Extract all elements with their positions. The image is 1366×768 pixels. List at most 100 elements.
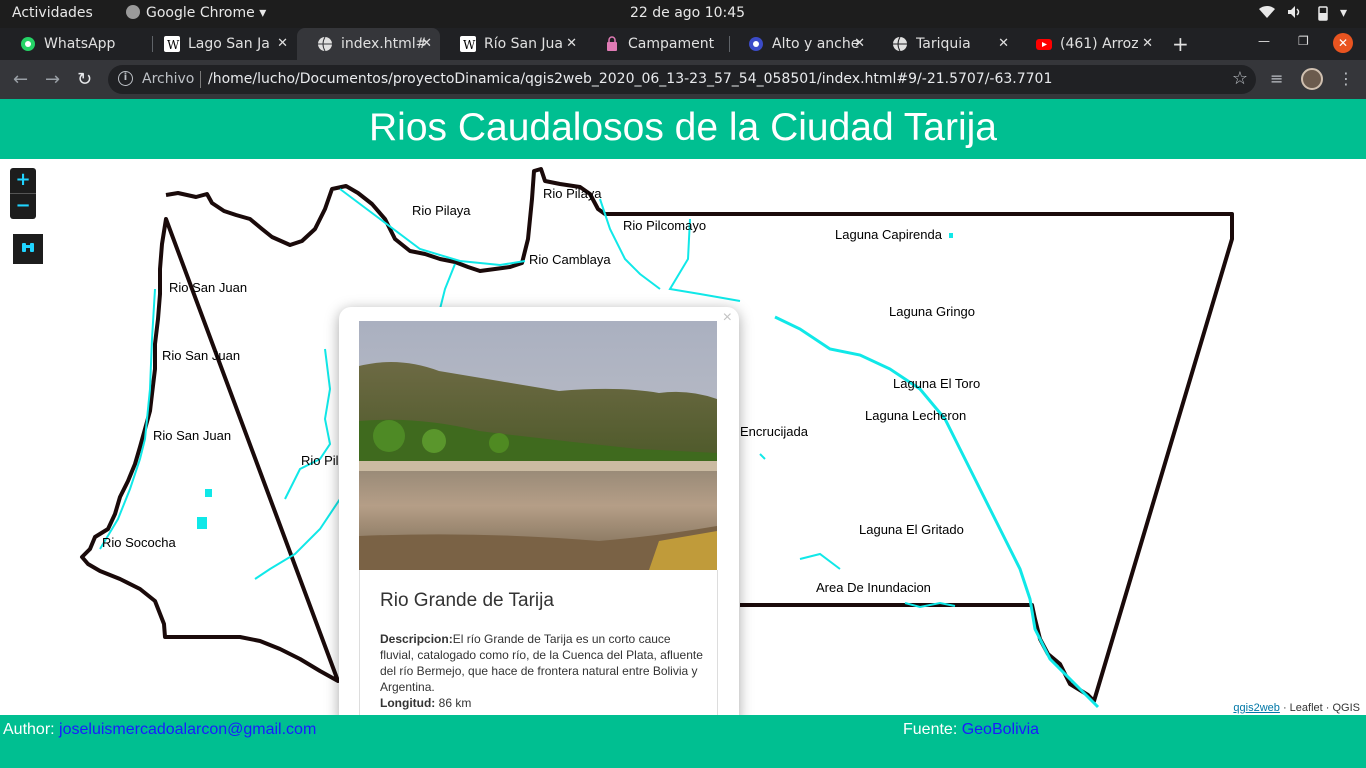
tab-title: WhatsApp <box>44 36 116 52</box>
volume-icon[interactable] <box>1287 5 1303 23</box>
profile-avatar[interactable] <box>1301 68 1323 90</box>
source-link[interactable]: GeoBolivia <box>962 721 1039 738</box>
map-view[interactable]: Rio Pilaya Rio Pilaya Rio Pilcomayo Rio … <box>0 159 1366 715</box>
bookmark-star-icon[interactable]: ☆ <box>1232 68 1248 89</box>
map-label: Rio Pilcomayo <box>623 218 707 233</box>
clock[interactable]: 22 de ago 10:45 <box>630 5 745 21</box>
source-label: Fuente: <box>903 721 962 738</box>
map-label: Laguna El Gritado <box>859 522 964 537</box>
lake-2 <box>205 489 212 497</box>
page-footer: Author: joseluismercadoalarcon@gmail.com… <box>0 715 1366 768</box>
qgis2web-link[interactable]: qgis2web <box>1233 702 1279 714</box>
activities-button[interactable]: Actividades <box>12 5 93 21</box>
map-label: Rio Pilaya <box>543 186 602 201</box>
tab-youtube[interactable]: (461) Arroz ✕ <box>1016 28 1161 60</box>
menu-kebab-icon[interactable]: ⋮ <box>1338 69 1354 88</box>
youtube-icon <box>1036 36 1052 52</box>
close-window-button[interactable]: ✕ <box>1333 33 1353 53</box>
svg-text:W: W <box>463 38 476 52</box>
tab-title: (461) Arroz <box>1060 36 1139 52</box>
map-label: Rio Sococha <box>102 535 176 550</box>
author-email-link[interactable]: joseluismercadoalarcon@gmail.com <box>59 721 316 738</box>
zoom-control: + − <box>10 168 36 219</box>
media-queue-icon[interactable]: ≡ <box>1270 69 1283 88</box>
map-label: Rio San Juan <box>153 428 232 443</box>
lock-icon <box>604 36 620 52</box>
popup-content: Rio Grande de Tarija Descripcion:El río … <box>359 570 718 715</box>
river-san-juan <box>99 288 156 550</box>
tab-alto-y-ancho[interactable]: Alto y anche ✕ <box>728 28 873 60</box>
minimize-button[interactable]: — <box>1258 34 1270 48</box>
author-credit: Author: joseluismercadoalarcon@gmail.com <box>3 721 316 739</box>
info-icon[interactable]: i <box>118 71 133 86</box>
qgis-link[interactable]: QGIS <box>1332 702 1360 714</box>
river-camblaya <box>439 263 456 310</box>
maximize-button[interactable]: ❐ <box>1298 34 1309 48</box>
app-menu[interactable]: Google Chrome ▾ <box>126 5 266 21</box>
close-tab-icon[interactable]: ✕ <box>277 36 288 51</box>
map-label: Laguna El Toro <box>893 376 981 391</box>
author-label: Author: <box>3 721 60 738</box>
chrome-icon <box>126 5 140 19</box>
map-label: Rio San Juan <box>169 280 248 295</box>
tab-tariquia[interactable]: Tariquia ✕ <box>872 28 1017 60</box>
popup-description: Descripcion:El río Grande de Tarija es u… <box>380 631 705 711</box>
tab-whatsapp[interactable]: WhatsApp <box>0 28 153 60</box>
app-name: Google Chrome <box>146 5 255 21</box>
wifi-icon[interactable] <box>1258 5 1276 23</box>
feature-popup: × Rio Grande de Tarija Descripcion:El rí… <box>339 307 739 715</box>
circle-icon <box>748 36 764 52</box>
reload-button[interactable]: ↻ <box>77 69 92 90</box>
globe-icon <box>892 36 908 52</box>
map-label: Rio Camblaya <box>529 252 611 267</box>
back-button[interactable]: ← <box>13 69 28 90</box>
close-tab-icon[interactable]: ✕ <box>1142 36 1153 51</box>
map-label: Area De Inundacion <box>816 580 931 595</box>
popup-close-button[interactable]: × <box>723 309 732 327</box>
length-value: 86 km <box>435 696 472 710</box>
map-attribution: qgis2web · Leaflet · QGIS <box>1233 702 1360 714</box>
zoom-out-button[interactable]: − <box>10 194 36 219</box>
chevron-down-icon: ▾ <box>259 5 267 21</box>
map-label: Laguna Gringo <box>889 304 976 319</box>
river-small-2 <box>759 453 766 460</box>
url-scheme-label: Archivo <box>142 71 195 87</box>
lake-3 <box>949 233 953 238</box>
map-label: Rio Pil <box>301 453 339 468</box>
system-menu-chevron-icon[interactable]: ▾ <box>1340 5 1347 21</box>
lake-1 <box>197 517 207 529</box>
tab-lago-san-jacinto[interactable]: W Lago San Ja ✕ <box>144 28 296 60</box>
battery-icon[interactable] <box>1316 5 1330 25</box>
new-tab-button[interactable]: + <box>1172 32 1189 56</box>
wikipedia-icon: W <box>460 36 476 52</box>
tab-title: Alto y anche <box>772 36 860 52</box>
leaflet-link[interactable]: Leaflet <box>1290 702 1323 714</box>
page-title: Rios Caudalosos de la Ciudad Tarija <box>0 99 1366 159</box>
close-tab-icon[interactable]: ✕ <box>998 36 1009 51</box>
source-credit: Fuente: GeoBolivia <box>903 721 1039 739</box>
close-tab-icon[interactable]: ✕ <box>566 36 577 51</box>
close-tab-icon[interactable]: ✕ <box>421 36 432 51</box>
url-text[interactable]: /home/lucho/Documentos/proyectoDinamica/… <box>208 71 1052 87</box>
wikipedia-icon: W <box>164 36 180 52</box>
tab-rio-san-juan[interactable]: W Río San Jua ✕ <box>440 28 585 60</box>
tab-index-html[interactable]: index.html# ✕ <box>297 28 440 60</box>
length-label: Longitud: <box>380 696 436 710</box>
binoculars-icon[interactable] <box>13 234 43 264</box>
map-label: Rio San Juan <box>162 348 241 363</box>
map-label: Laguna Lecheron <box>865 408 967 423</box>
forward-button[interactable]: → <box>45 69 60 90</box>
tab-title: Río San Jua <box>484 36 564 52</box>
tab-campamento[interactable]: Campament <box>584 28 730 60</box>
url-bar[interactable]: i Archivo /home/lucho/Documentos/proyect… <box>108 65 1256 94</box>
map-label: Encrucijada <box>740 424 808 439</box>
tab-title: Campament <box>628 36 715 52</box>
map-label: Rio Pilaya <box>412 203 471 218</box>
close-tab-icon[interactable]: ✕ <box>854 36 865 51</box>
description-label: Descripcion: <box>380 632 453 646</box>
zoom-in-button[interactable]: + <box>10 168 36 193</box>
browser-tab-strip: WhatsApp W Lago San Ja ✕ index.html# ✕ W… <box>0 28 1366 60</box>
svg-text:W: W <box>167 38 180 52</box>
address-toolbar: ← → ↻ i Archivo /home/lucho/Documentos/p… <box>0 60 1366 99</box>
whatsapp-icon <box>20 36 36 52</box>
